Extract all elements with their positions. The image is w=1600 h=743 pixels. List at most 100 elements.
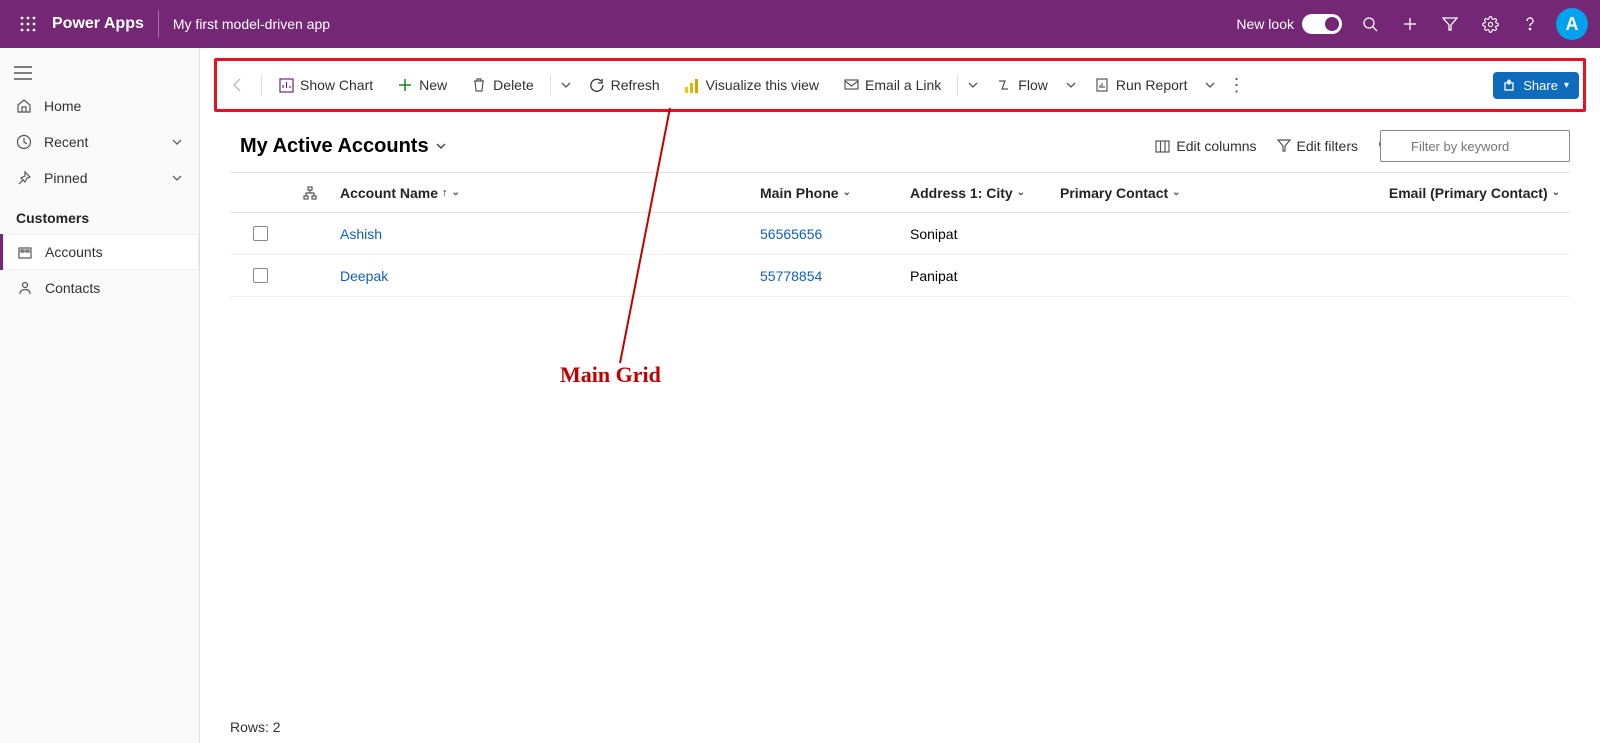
filter-icon[interactable] [1430, 0, 1470, 48]
hierarchy-icon[interactable] [290, 186, 330, 200]
view-selector[interactable]: My Active Accounts [240, 135, 447, 158]
command-bar: Show Chart New Delete Refresh [221, 63, 1579, 107]
phone-link[interactable]: 56565656 [760, 226, 822, 242]
new-look-label: New look [1236, 16, 1294, 32]
col-label: Main Phone [760, 185, 839, 201]
command-bar-highlight: Show Chart New Delete Refresh [214, 58, 1586, 112]
cmd-label: Show Chart [300, 77, 373, 93]
col-label: Address 1: City [910, 185, 1013, 201]
report-icon [1094, 77, 1110, 93]
edit-columns-button[interactable]: Edit columns [1145, 132, 1266, 160]
settings-icon[interactable] [1470, 0, 1510, 48]
person-icon [17, 281, 33, 295]
divider [261, 74, 262, 96]
label: Edit filters [1297, 138, 1358, 154]
more-commands-icon[interactable]: ⋮ [1223, 75, 1251, 96]
cmd-label: New [419, 77, 447, 93]
view-header: My Active Accounts Edit columns Edit fil… [200, 112, 1600, 172]
flow-button[interactable]: Flow [986, 71, 1058, 99]
visualize-button[interactable]: Visualize this view [674, 71, 829, 99]
chevron-down-icon: ⌄ [1172, 187, 1180, 198]
row-checkbox[interactable] [253, 226, 268, 241]
cmd-label: Visualize this view [706, 77, 819, 93]
divider [550, 74, 551, 96]
add-icon[interactable] [1390, 0, 1430, 48]
account-name-link[interactable]: Ashish [340, 226, 382, 242]
refresh-button[interactable]: Refresh [579, 71, 670, 99]
column-header-name[interactable]: Account Name ↑ ⌄ [330, 185, 750, 201]
run-report-button[interactable]: Run Report [1084, 71, 1198, 99]
delete-dropdown[interactable] [557, 69, 575, 101]
cmd-label: Email a Link [865, 77, 941, 93]
email-link-button[interactable]: Email a Link [833, 71, 951, 99]
sidebar-entity-accounts[interactable]: Accounts [0, 234, 199, 270]
main-grid: Account Name ↑ ⌄ Main Phone ⌄ Address 1:… [230, 172, 1570, 297]
brand-title: Power Apps [48, 15, 158, 33]
sidebar-item-label: Home [44, 98, 81, 114]
column-header-phone[interactable]: Main Phone ⌄ [750, 185, 900, 201]
content-area: Show Chart New Delete Refresh [200, 48, 1600, 743]
col-label: Email (Primary Contact) [1389, 185, 1548, 201]
phone-link[interactable]: 55778854 [760, 268, 822, 284]
powerbi-icon [684, 77, 700, 93]
cmd-label: Run Report [1116, 77, 1188, 93]
annotation-label: Main Grid [560, 362, 661, 388]
column-header-email[interactable]: Email (Primary Contact) ⌄ [1250, 185, 1570, 201]
share-button[interactable]: Share ▾ [1493, 72, 1579, 99]
edit-filters-button[interactable]: Edit filters [1267, 132, 1368, 160]
label: Edit columns [1176, 138, 1256, 154]
flow-dropdown[interactable] [1062, 69, 1080, 101]
row-checkbox[interactable] [253, 268, 268, 283]
sidebar-entity-label: Contacts [45, 280, 100, 296]
delete-button[interactable]: Delete [461, 71, 543, 99]
divider [957, 74, 958, 96]
table-row[interactable]: Deepak 55778854 Panipat [230, 255, 1570, 297]
grid-header-row: Account Name ↑ ⌄ Main Phone ⌄ Address 1:… [230, 173, 1570, 213]
chevron-down-icon: ▾ [1564, 80, 1569, 91]
search-icon[interactable] [1350, 0, 1390, 48]
sidebar-item-recent[interactable]: Recent [0, 124, 199, 160]
column-header-contact[interactable]: Primary Contact ⌄ [1050, 185, 1250, 201]
email-dropdown[interactable] [964, 69, 982, 101]
pin-icon [16, 170, 32, 186]
city-cell: Sonipat [910, 226, 957, 242]
chevron-down-icon: ⌄ [1017, 187, 1025, 198]
columns-icon [1155, 140, 1170, 153]
filter-input[interactable] [1380, 130, 1570, 162]
sidebar-entity-label: Accounts [45, 244, 103, 260]
sidebar-item-pinned[interactable]: Pinned [0, 160, 199, 196]
clock-icon [16, 134, 32, 150]
top-header: Power Apps My first model-driven app New… [0, 0, 1600, 48]
col-label: Primary Contact [1060, 185, 1168, 201]
hamburger-icon[interactable] [0, 58, 199, 88]
sidebar-section-title: Customers [0, 196, 199, 234]
chevron-down-icon [435, 140, 447, 152]
new-look-toggle[interactable]: New look [1236, 14, 1342, 34]
cmd-label: Delete [493, 77, 533, 93]
report-dropdown[interactable] [1201, 69, 1219, 101]
cmd-label: Share [1523, 78, 1558, 93]
sidebar-item-home[interactable]: Home [0, 88, 199, 124]
sidebar-entity-contacts[interactable]: Contacts [0, 270, 199, 306]
chart-icon [278, 77, 294, 93]
sort-asc-icon: ↑ [442, 187, 448, 199]
sidebar-item-label: Recent [44, 134, 88, 150]
cmd-label: Flow [1018, 77, 1048, 93]
show-chart-button[interactable]: Show Chart [268, 71, 383, 99]
flow-icon [996, 77, 1012, 93]
toggle-switch-icon[interactable] [1302, 14, 1342, 34]
chevron-down-icon: ⌄ [1552, 187, 1560, 198]
help-icon[interactable] [1510, 0, 1550, 48]
filter-keyword-wrap [1368, 130, 1570, 162]
funnel-icon [1277, 139, 1291, 153]
new-button[interactable]: New [387, 71, 457, 99]
column-header-city[interactable]: Address 1: City ⌄ [900, 185, 1050, 201]
back-button[interactable] [221, 69, 255, 101]
app-launcher-icon[interactable] [8, 0, 48, 48]
chevron-down-icon [171, 172, 183, 184]
city-cell: Panipat [910, 268, 957, 284]
account-name-link[interactable]: Deepak [340, 268, 388, 284]
table-row[interactable]: Ashish 56565656 Sonipat [230, 213, 1570, 255]
refresh-icon [589, 77, 605, 93]
avatar[interactable]: A [1556, 8, 1588, 40]
